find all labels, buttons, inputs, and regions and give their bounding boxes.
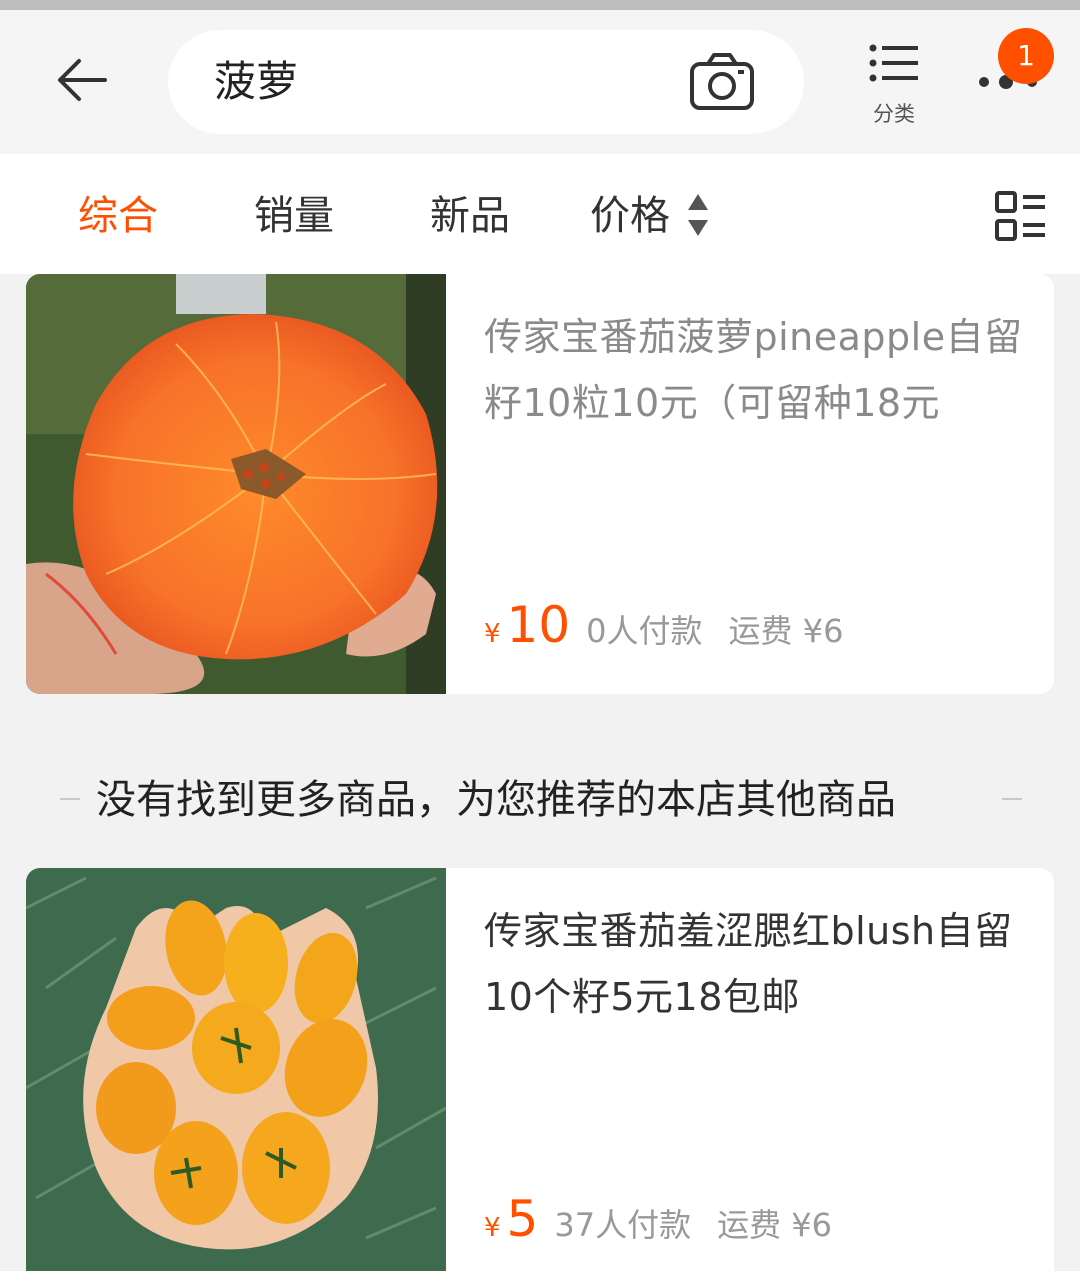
sort-bar: 综合 销量 新品 价格 — [0, 154, 1080, 274]
camera-icon — [690, 53, 754, 110]
product-price: 10 — [506, 596, 571, 654]
recommend-divider-text: 没有找到更多商品，为您推荐的本店其他商品 — [96, 777, 896, 823]
back-arrow-icon — [58, 59, 107, 101]
product-image — [26, 868, 446, 1271]
recommend-divider: 没有找到更多商品，为您推荐的本店其他商品 — [0, 770, 1080, 830]
tab-new[interactable]: 新品 — [430, 190, 510, 242]
sales-count: 0人付款 — [586, 612, 703, 650]
divider-line-right — [1002, 798, 1022, 800]
search-header: 菠萝 分类 1 — [0, 10, 1080, 154]
camera-search-button[interactable] — [688, 50, 756, 114]
search-query: 菠萝 — [214, 57, 299, 106]
product-card[interactable]: 传家宝番茄菠萝pineapple自留籽10粒10元（可留种18元 ¥ 10 0人… — [26, 274, 1054, 694]
sales-count: 37人付款 — [554, 1206, 692, 1244]
category-button[interactable]: 分类 — [858, 40, 930, 130]
divider-line-left — [60, 798, 80, 800]
price-row: ¥ 10 0人付款 运费 ¥6 — [484, 596, 843, 666]
status-strip — [0, 0, 1080, 10]
back-button[interactable] — [52, 50, 112, 110]
shipping-fee: 运费 ¥6 — [717, 1206, 832, 1244]
product-card[interactable]: 传家宝番茄羞涩腮红blush自留10个籽5元18包邮 ¥ 5 37人付款 运费 … — [26, 868, 1054, 1271]
product-title[interactable]: 传家宝番茄菠萝pineapple自留籽10粒10元（可留种18元 — [484, 304, 1024, 436]
product-price: 5 — [506, 1190, 539, 1248]
category-list-icon — [869, 44, 918, 82]
view-toggle-icon[interactable] — [994, 190, 1048, 242]
category-label: 分类 — [873, 102, 915, 126]
currency-symbol: ¥ — [484, 1213, 501, 1243]
sort-arrows-icon — [688, 194, 708, 236]
tab-price[interactable]: 价格 — [590, 190, 670, 242]
notification-badge: 1 — [998, 28, 1054, 84]
tab-sales[interactable]: 销量 — [254, 190, 334, 242]
product-image — [26, 274, 446, 694]
price-row: ¥ 5 37人付款 运费 ¥6 — [484, 1190, 832, 1260]
tab-comprehensive[interactable]: 综合 — [78, 190, 158, 242]
currency-symbol: ¥ — [484, 619, 501, 649]
shipping-fee: 运费 ¥6 — [728, 612, 844, 650]
search-input[interactable]: 菠萝 — [168, 30, 804, 134]
product-title[interactable]: 传家宝番茄羞涩腮红blush自留10个籽5元18包邮 — [484, 898, 1024, 1030]
